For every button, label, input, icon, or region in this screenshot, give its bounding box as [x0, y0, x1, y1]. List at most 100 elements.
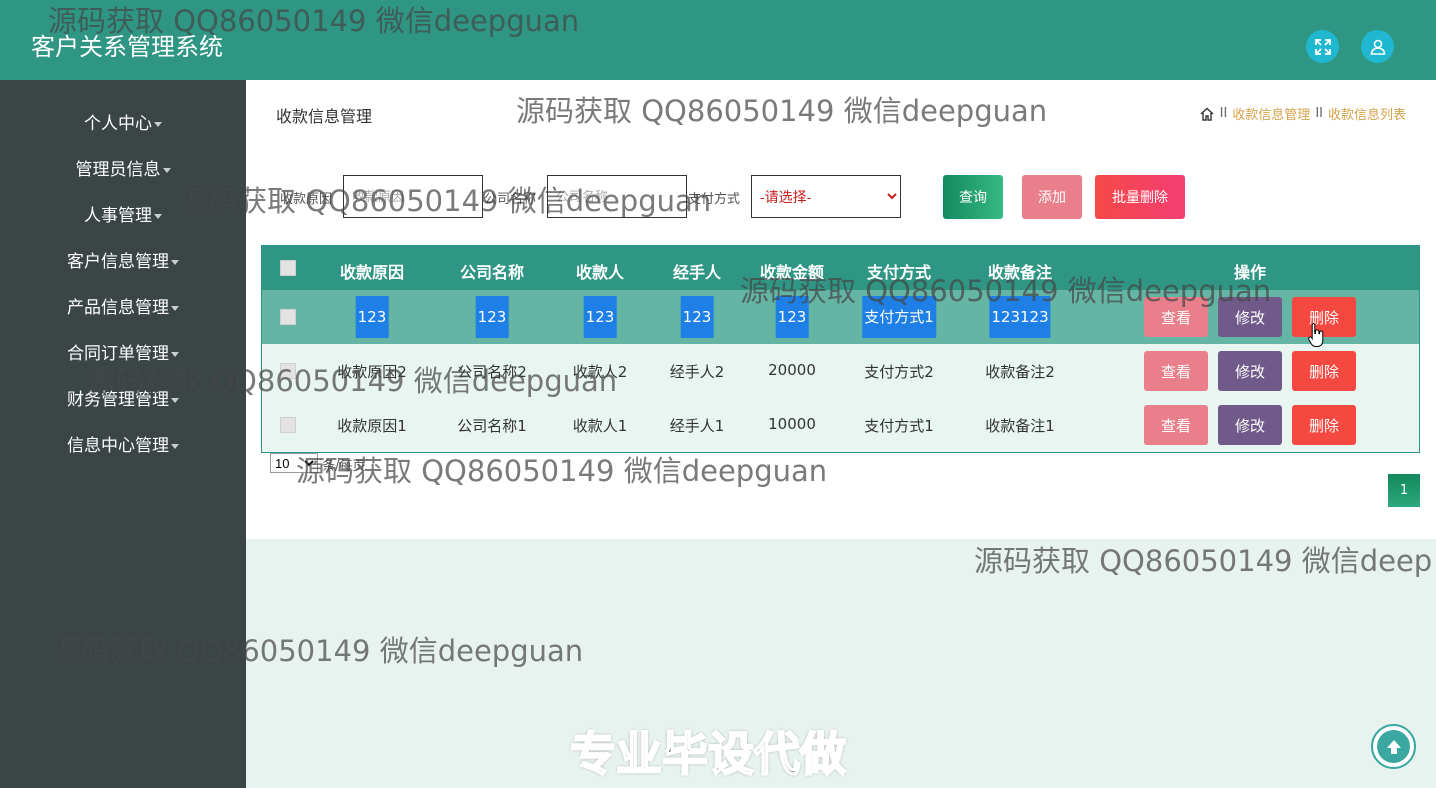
cell-remark: 收款备注2: [985, 363, 1055, 381]
column-header: 经手人: [672, 263, 722, 282]
main-panel: 收款信息管理 II 收款信息管理 II 收款信息列表 收款原因 公司名称 支付方…: [246, 80, 1436, 539]
cell-payee: 123: [583, 296, 617, 338]
sidebar-item-hr[interactable]: 人事管理: [0, 205, 246, 227]
chevron-down-icon: [171, 305, 179, 311]
row-checkbox[interactable]: [280, 417, 296, 433]
chevron-down-icon: [162, 167, 171, 173]
sidebar-item-label: 合同订单管理: [67, 344, 169, 364]
breadcrumb-item[interactable]: 收款信息管理: [1232, 104, 1310, 123]
edit-button[interactable]: 修改: [1218, 351, 1282, 391]
sidebar: 个人中心 管理员信息 人事管理 客户信息管理 产品信息管理 合同订单管理 财务管…: [0, 80, 246, 788]
view-button[interactable]: 查看: [1144, 351, 1208, 391]
watermark-text: 源码获取 QQ86050149 微信deep: [974, 544, 1433, 578]
table-row[interactable]: 收款原因1 公司名称1 收款人1 经手人1 10000 支付方式1 收款备注1 …: [262, 398, 1419, 452]
edit-button[interactable]: 修改: [1218, 297, 1282, 337]
table-header: 收款原因 公司名称 收款人 经手人 收款金额 支付方式 收款备注 操作: [262, 246, 1419, 290]
cell-method: 支付方式2: [864, 363, 934, 381]
cell-company: 公司名称1: [457, 417, 527, 435]
page-size-select[interactable]: 10: [270, 453, 318, 473]
sidebar-item-label: 个人中心: [84, 114, 152, 134]
cell-remark: 123123: [989, 296, 1051, 338]
reason-input[interactable]: [343, 175, 483, 218]
cell-handler: 经手人1: [669, 417, 725, 435]
sidebar-item-label: 产品信息管理: [67, 298, 169, 318]
chevron-down-icon: [171, 443, 179, 449]
breadcrumb-item[interactable]: 收款信息列表: [1328, 104, 1406, 123]
page-title: 收款信息管理: [276, 107, 373, 126]
data-table: 收款原因 公司名称 收款人 经手人 收款金额 支付方式 收款备注 操作 123 …: [261, 245, 1420, 453]
cell-remark: 收款备注1: [985, 417, 1055, 435]
cell-payee: 收款人2: [572, 363, 628, 381]
chevron-down-icon: [171, 351, 179, 357]
view-button[interactable]: 查看: [1144, 297, 1208, 337]
arrow-up-icon: [1377, 730, 1410, 763]
row-checkbox[interactable]: [280, 363, 296, 379]
sidebar-item-contract[interactable]: 合同订单管理: [0, 343, 246, 365]
page-size-label: 条/每页: [322, 459, 366, 474]
app-title: 客户关系管理系统: [31, 33, 223, 61]
sidebar-item-label: 信息中心管理: [67, 436, 169, 456]
back-to-top-button[interactable]: [1371, 724, 1416, 769]
sidebar-item-admin-info[interactable]: 管理员信息: [0, 159, 246, 181]
payment-method-label: 支付方式: [688, 192, 741, 207]
fullscreen-icon[interactable]: [1306, 30, 1339, 63]
sidebar-item-label: 财务管理管理: [67, 390, 169, 410]
sidebar-item-product[interactable]: 产品信息管理: [0, 297, 246, 319]
table-row[interactable]: 123 123 123 123 123 支付方式1 123123 查看 修改 删…: [262, 290, 1419, 344]
cell-reason: 收款原因1: [337, 417, 407, 435]
column-header: 收款原因: [339, 263, 405, 282]
sidebar-item-label: 客户信息管理: [67, 252, 169, 272]
column-header: 操作: [1233, 263, 1267, 282]
hand-cursor-icon: [1308, 323, 1324, 347]
cell-reason: 123: [355, 296, 389, 338]
add-button[interactable]: 添加: [1022, 175, 1082, 219]
sidebar-item-personal-center[interactable]: 个人中心: [0, 113, 246, 135]
sidebar-item-label: 人事管理: [84, 206, 152, 226]
table-row[interactable]: 收款原因2 公司名称2 收款人2 经手人2 20000 支付方式2 收款备注2 …: [262, 344, 1419, 398]
cell-handler: 经手人2: [669, 363, 725, 381]
batch-delete-button[interactable]: 批量删除: [1095, 175, 1185, 219]
user-icon[interactable]: [1361, 30, 1394, 63]
chevron-down-icon: [154, 121, 162, 127]
top-bar: 客户关系管理系统: [0, 0, 1436, 80]
sidebar-item-finance[interactable]: 财务管理管理: [0, 389, 246, 411]
sidebar-item-info-center[interactable]: 信息中心管理: [0, 435, 246, 457]
chevron-down-icon: [171, 259, 179, 265]
cell-reason: 收款原因2: [337, 363, 407, 381]
breadcrumb-separator: II: [1219, 106, 1228, 121]
home-icon[interactable]: [1199, 106, 1215, 122]
reason-label: 收款原因: [280, 192, 333, 207]
company-input[interactable]: [547, 175, 687, 218]
cell-method: 支付方式1: [862, 296, 936, 338]
delete-button[interactable]: 删除: [1292, 297, 1356, 337]
column-header: 收款备注: [987, 263, 1053, 282]
sidebar-item-customer[interactable]: 客户信息管理: [0, 251, 246, 273]
cell-amount: 10000: [768, 415, 816, 433]
select-all-checkbox[interactable]: [280, 260, 296, 276]
company-label: 公司名称: [484, 192, 537, 207]
cell-method: 支付方式1: [864, 417, 934, 435]
delete-button[interactable]: 删除: [1292, 351, 1356, 391]
row-checkbox[interactable]: [280, 309, 296, 325]
column-header: 支付方式: [866, 263, 932, 282]
page-number-button[interactable]: 1: [1388, 474, 1420, 507]
cell-payee: 收款人1: [572, 417, 628, 435]
chevron-down-icon: [154, 213, 162, 219]
chevron-down-icon: [171, 397, 179, 403]
breadcrumb-separator: II: [1315, 106, 1323, 121]
view-button[interactable]: 查看: [1144, 405, 1208, 445]
column-header: 收款金额: [759, 263, 825, 282]
query-button[interactable]: 查询: [943, 175, 1003, 219]
cell-amount: 123: [775, 296, 809, 338]
column-header: 公司名称: [459, 263, 525, 282]
cell-amount: 20000: [768, 361, 816, 379]
cell-company: 123: [475, 296, 509, 338]
delete-button[interactable]: 删除: [1292, 405, 1356, 445]
column-header: 收款人: [575, 263, 625, 282]
sidebar-item-label: 管理员信息: [75, 160, 161, 180]
breadcrumb: II 收款信息管理 II 收款信息列表: [1199, 104, 1406, 123]
cell-handler: 123: [680, 296, 714, 338]
payment-method-select[interactable]: -请选择-: [751, 175, 901, 218]
promo-text: 专业毕设代做: [569, 726, 847, 782]
edit-button[interactable]: 修改: [1218, 405, 1282, 445]
